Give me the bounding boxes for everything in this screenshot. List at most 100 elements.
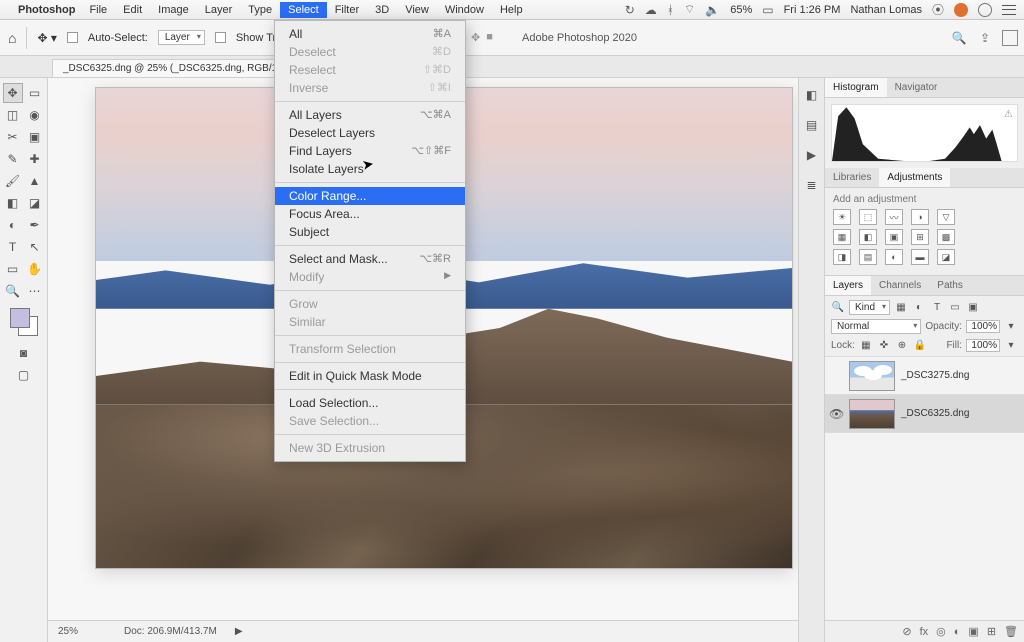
crop-tool[interactable]: ✂ [3, 127, 23, 147]
adj-threshold-icon[interactable]: ◐ [885, 249, 903, 265]
lock-all-icon[interactable]: 🔒 [913, 338, 927, 352]
menu-help[interactable]: Help [492, 2, 531, 18]
layer-thumbnail[interactable] [849, 361, 895, 391]
menu-item-deselect-layers[interactable]: Deselect Layers [275, 124, 465, 142]
gradient-tool[interactable]: ◪ [25, 193, 45, 213]
adj-posterize-icon[interactable]: ▤ [859, 249, 877, 265]
menu-edit[interactable]: Edit [115, 2, 150, 18]
menu-window[interactable]: Window [437, 2, 492, 18]
home-button[interactable]: ⌂ [8, 30, 16, 46]
visibility-toggle[interactable]: 👁 [829, 407, 843, 421]
menu-item-color-range[interactable]: Color Range... [275, 187, 465, 205]
opacity-value[interactable]: 100% [966, 320, 1000, 333]
adj-channel-mixer-icon[interactable]: ⊞ [911, 229, 929, 245]
layer-style-icon[interactable]: fx [920, 626, 929, 638]
collapsed-history-icon[interactable]: ▶ [803, 146, 821, 164]
edit-toolbar[interactable]: ⋯ [25, 281, 45, 301]
shape-tool[interactable]: ▭ [3, 259, 23, 279]
tab-channels[interactable]: Channels [871, 276, 929, 295]
menu-item-focus-area[interactable]: Focus Area... [275, 205, 465, 223]
doc-size-readout[interactable]: Doc: 206.9M/413.7M [124, 626, 217, 637]
bluetooth-icon[interactable]: ᚼ [667, 3, 674, 17]
brush-tool[interactable]: 🖌 [3, 171, 23, 191]
collapsed-actions-icon[interactable]: ≣ [803, 176, 821, 194]
fill-value[interactable]: 100% [966, 339, 1000, 352]
path-tool[interactable]: ↖ [25, 237, 45, 257]
eraser-tool[interactable]: ◧ [3, 193, 23, 213]
share-icon[interactable]: ⇪ [976, 29, 994, 47]
filter-search-icon[interactable]: 🔍 [831, 301, 845, 315]
dodge-tool[interactable]: ◐ [3, 215, 23, 235]
menu-view[interactable]: View [397, 2, 437, 18]
layer-name[interactable]: _DSC6325.dng [901, 408, 969, 419]
fill-caret-icon[interactable]: ▾ [1004, 338, 1018, 352]
adj-curves-icon[interactable]: 〰 [885, 209, 903, 225]
screenmode-toggle[interactable]: ▢ [14, 365, 34, 385]
cloud-icon[interactable]: ☁ [645, 3, 657, 17]
filter-type-icon[interactable]: T [930, 301, 944, 315]
delete-layer-icon[interactable]: 🗑 [1004, 625, 1018, 638]
color-swatches[interactable] [10, 308, 38, 336]
collapsed-color-icon[interactable]: ◧ [803, 86, 821, 104]
blend-mode-dropdown[interactable]: Normal [831, 319, 921, 334]
adj-gradient-map-icon[interactable]: ▬ [911, 249, 929, 265]
hand-tool[interactable]: ✋ [25, 259, 45, 279]
marquee-tool[interactable]: ◫ [3, 105, 23, 125]
select-menu-dropdown[interactable]: All⌘ADeselect⌘DReselect⇧⌘DInverse⇧⌘IAll … [274, 20, 466, 462]
battery-icon[interactable]: ▭ [762, 3, 773, 17]
search-ps-icon[interactable]: 🔍 [950, 29, 968, 47]
tab-paths[interactable]: Paths [929, 276, 971, 295]
menu-item-all[interactable]: All⌘A [275, 25, 465, 43]
spotlight-icon[interactable]: ⦿ [932, 1, 944, 18]
tab-histogram[interactable]: Histogram [825, 78, 887, 97]
layer-row[interactable]: 👁 _DSC6325.dng [825, 395, 1024, 433]
pen-tool[interactable]: ✒ [25, 215, 45, 235]
quickmask-toggle[interactable]: ◙ [14, 343, 34, 363]
filter-kind-dropdown[interactable]: Kind [849, 300, 890, 315]
tab-libraries[interactable]: Libraries [825, 168, 879, 187]
zoom-tool[interactable]: 🔍 [3, 281, 23, 301]
new-fill-icon[interactable]: ◐ [954, 626, 961, 638]
sync-icon[interactable]: ↻ [625, 3, 635, 17]
lasso-tool[interactable]: ◉ [25, 105, 45, 125]
collapsed-swatch-icon[interactable]: ▤ [803, 116, 821, 134]
tab-navigator[interactable]: Navigator [887, 78, 946, 97]
filter-shape-icon[interactable]: ▭ [948, 301, 962, 315]
zoom-readout[interactable]: 25% [58, 626, 110, 637]
adj-vibrance-icon[interactable]: ▽ [937, 209, 955, 225]
adj-photo-filter-icon[interactable]: ▣ [885, 229, 903, 245]
menu-item-subject[interactable]: Subject [275, 223, 465, 241]
auto-select-dropdown[interactable]: Layer [158, 30, 205, 45]
layer-row[interactable]: _DSC3275.dng [825, 357, 1024, 395]
filter-smart-icon[interactable]: ▣ [966, 301, 980, 315]
layer-name[interactable]: _DSC3275.dng [901, 370, 969, 381]
adj-exposure-icon[interactable]: ◑ [911, 209, 929, 225]
move-tool[interactable]: ✥ [3, 83, 23, 103]
clock[interactable]: Fri 1:26 PM [784, 4, 841, 16]
volume-icon[interactable]: 🔈 [705, 3, 720, 17]
adj-hue-icon[interactable]: ▦ [833, 229, 851, 245]
type-tool[interactable]: T [3, 237, 23, 257]
link-layers-icon[interactable]: ⊘ [902, 625, 911, 638]
adj-color-lookup-icon[interactable]: ▩ [937, 229, 955, 245]
tab-adjustments[interactable]: Adjustments [879, 168, 950, 187]
menu-layer[interactable]: Layer [197, 2, 241, 18]
heal-tool[interactable]: ✚ [25, 149, 45, 169]
filter-adjust-icon[interactable]: ◐ [912, 301, 926, 315]
show-transform-checkbox[interactable] [215, 32, 226, 43]
menu-file[interactable]: File [81, 2, 115, 18]
menu-item-edit-in-quick-mask-mode[interactable]: Edit in Quick Mask Mode [275, 367, 465, 385]
artboard-tool[interactable]: ▭ [25, 83, 45, 103]
adj-selective-color-icon[interactable]: ◪ [937, 249, 955, 265]
menu-item-select-and-mask[interactable]: Select and Mask...⌥⌘R [275, 250, 465, 268]
lock-pixels-icon[interactable]: ▦ [859, 338, 873, 352]
opacity-caret-icon[interactable]: ▾ [1004, 320, 1018, 334]
user-avatar-icon[interactable] [954, 3, 968, 17]
wifi-icon[interactable]: ⌔ [684, 2, 695, 17]
tool-preset-icon[interactable]: ✥ ▾ [37, 31, 56, 45]
eyedropper-tool[interactable]: ✎ [3, 149, 23, 169]
layer-thumbnail[interactable] [849, 399, 895, 429]
menu-type[interactable]: Type [240, 2, 280, 18]
menu-select[interactable]: Select [280, 2, 327, 18]
menu-3d[interactable]: 3D [367, 2, 397, 18]
